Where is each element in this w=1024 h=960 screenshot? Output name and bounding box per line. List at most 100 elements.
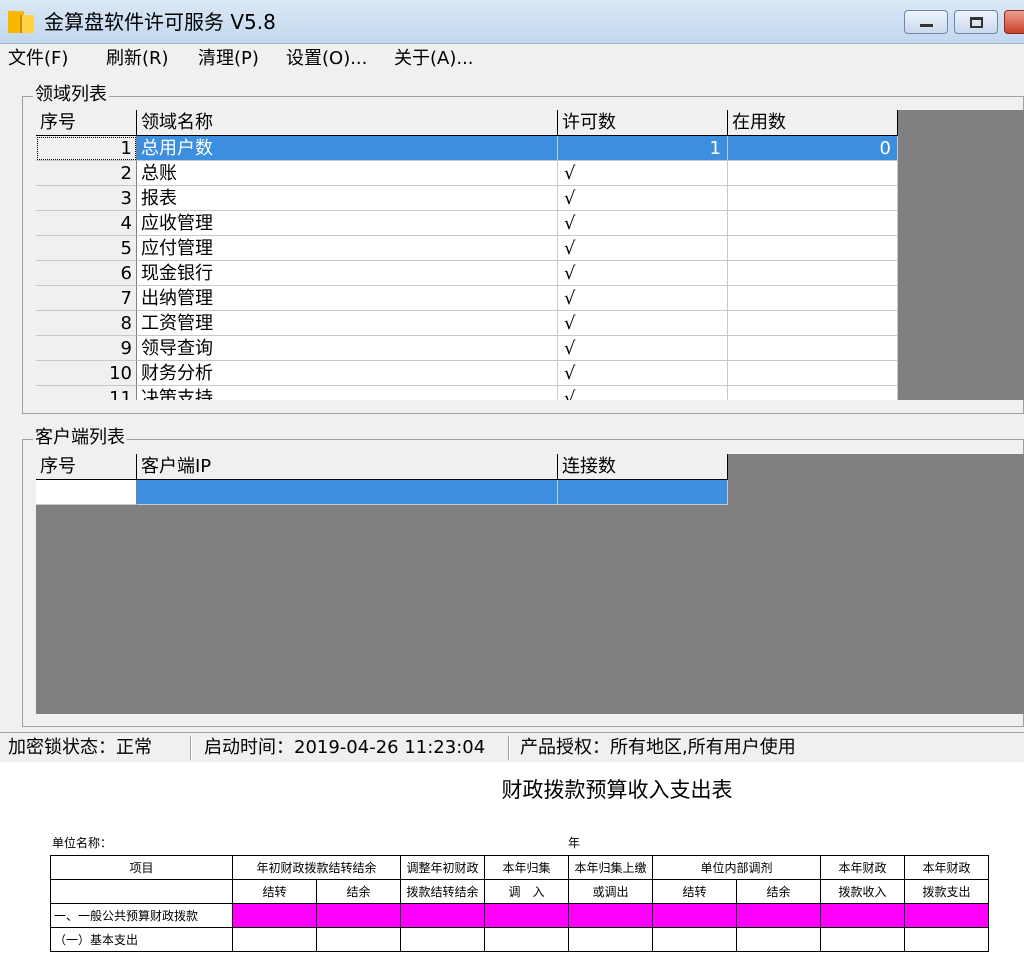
table-cell [736,903,821,928]
title-bar[interactable]: 金算盘软件许可服务 V5.8 [0,0,1024,44]
year-label: 年 [568,836,581,850]
menu-file[interactable]: 文件(F) [8,48,68,70]
cell-domain-name: 应付管理 [137,236,558,261]
header-cell: 结余 [316,879,401,904]
client-col-header-no[interactable]: 序号 [36,454,137,480]
header-cell: 结余 [736,879,821,904]
domain-list-title: 领域列表 [33,83,109,107]
maximize-icon [970,17,983,28]
domain-grid[interactable]: 序号 领域名称 许可数 在用数 1 总用户数 1 0 2 总账 √ 3 报表 √ 4 应收管理 √ 5 应付… [36,110,1024,400]
status-divider [508,736,510,760]
cell-in-use [728,286,898,311]
cell-domain-name: 总账 [137,161,558,186]
app-logo-icon [8,11,36,33]
cell-license: √ [558,186,728,211]
minimize-icon [920,24,933,27]
header-cell: 调整年初财政 [400,855,485,880]
table-cell [652,927,737,952]
app-window: 金算盘软件许可服务 V5.8 文件(F) 刷新(R) 清理(P) 设置(O)..… [0,0,1024,762]
cell-domain-name: 出纳管理 [137,286,558,311]
cell-license: √ [558,236,728,261]
close-button[interactable] [1004,10,1024,34]
header-cell: 拨款结转结余 [400,879,485,904]
table-cell [652,903,737,928]
client-grid[interactable]: 序号 客户端IP 连接数 [36,454,1024,714]
maximize-button[interactable] [954,10,998,34]
header-cell: 拨款收入 [820,879,905,904]
cell-license: √ [558,261,728,286]
unit-name-label: 单位名称： [52,836,113,850]
cell-in-use [728,311,898,336]
lock-status: 加密锁状态：正常 [8,737,152,758]
menu-clean[interactable]: 清理(P) [198,48,259,70]
client-cell-no [36,480,137,505]
client-col-header-ip[interactable]: 客户端IP [137,454,558,480]
minimize-button[interactable] [904,10,948,34]
col-header-no[interactable]: 序号 [36,110,137,136]
col-header-in-use[interactable]: 在用数 [728,110,898,136]
row-label: （一）基本支出 [50,927,233,952]
cell-in-use [728,186,898,211]
client-col-header-connections[interactable]: 连接数 [558,454,728,480]
menu-settings[interactable]: 设置(O)... [286,48,367,70]
header-cell: 结转 [232,879,317,904]
menu-bar: 文件(F) 刷新(R) 清理(P) 设置(O)... 关于(A)... [0,44,1024,74]
cell-license: √ [558,211,728,236]
cell-no: 3 [36,186,137,211]
cell-in-use [728,386,898,400]
col-header-name[interactable]: 领域名称 [137,110,558,136]
cell-domain-name: 决策支持 [137,386,558,400]
cell-domain-name: 工资管理 [137,311,558,336]
status-bar: 加密锁状态：正常 启动时间：2019-04-26 11:23:04 产品授权：所… [0,732,1024,762]
cell-license: √ [558,336,728,361]
col-header-license[interactable]: 许可数 [558,110,728,136]
cell-license: 1 [558,136,728,161]
header-cell: 项目 [50,855,233,880]
start-time: 启动时间：2019-04-26 11:23:04 [204,737,486,758]
table-cell [316,927,401,952]
row-label: 一、一般公共预算财政拨款 [50,903,233,928]
cell-in-use [728,361,898,386]
cell-license: √ [558,361,728,386]
table-cell [400,927,485,952]
table-cell [316,903,401,928]
header-cell: 本年归集上缴 [568,855,653,880]
table-row: 一、一般公共预算财政拨款 [50,903,989,928]
cell-no: 1 [36,136,137,161]
cell-domain-name: 领导查询 [137,336,558,361]
cell-no: 10 [36,361,137,386]
table-cell [820,927,905,952]
table-cell [484,903,569,928]
cell-domain-name: 现金银行 [137,261,558,286]
cell-no: 8 [36,311,137,336]
header-cell: 拨款支出 [904,879,989,904]
cell-no: 11 [36,386,137,400]
cell-license: √ [558,161,728,186]
cell-in-use [728,336,898,361]
cell-in-use [728,161,898,186]
document-title: 财政拨款预算收入支出表 [501,778,733,802]
cell-domain-name: 应收管理 [137,211,558,236]
cell-in-use [728,211,898,236]
cell-license: √ [558,286,728,311]
cell-domain-name: 报表 [137,186,558,211]
client-list-title: 客户端列表 [33,426,127,450]
table-cell [232,927,317,952]
header-cell: 本年财政 [904,855,989,880]
table-cell [904,903,989,928]
header-cell: 调 入 [484,879,569,904]
menu-refresh[interactable]: 刷新(R) [106,48,169,70]
header-cell: 本年财政 [820,855,905,880]
cell-domain-name: 总用户数 [137,136,558,161]
cell-no: 9 [36,336,137,361]
header-cell: 或调出 [568,879,653,904]
budget-table: 项目 年初财政拨款结转结余 调整年初财政 本年归集 本年归集上缴 单位内部调剂 … [50,855,989,952]
cell-in-use [728,261,898,286]
cell-no: 6 [36,261,137,286]
table-cell [232,903,317,928]
cell-license: √ [558,311,728,336]
cell-license: √ [558,386,728,400]
cell-no: 4 [36,211,137,236]
menu-about[interactable]: 关于(A)... [394,48,474,70]
cell-in-use: 0 [728,136,898,161]
